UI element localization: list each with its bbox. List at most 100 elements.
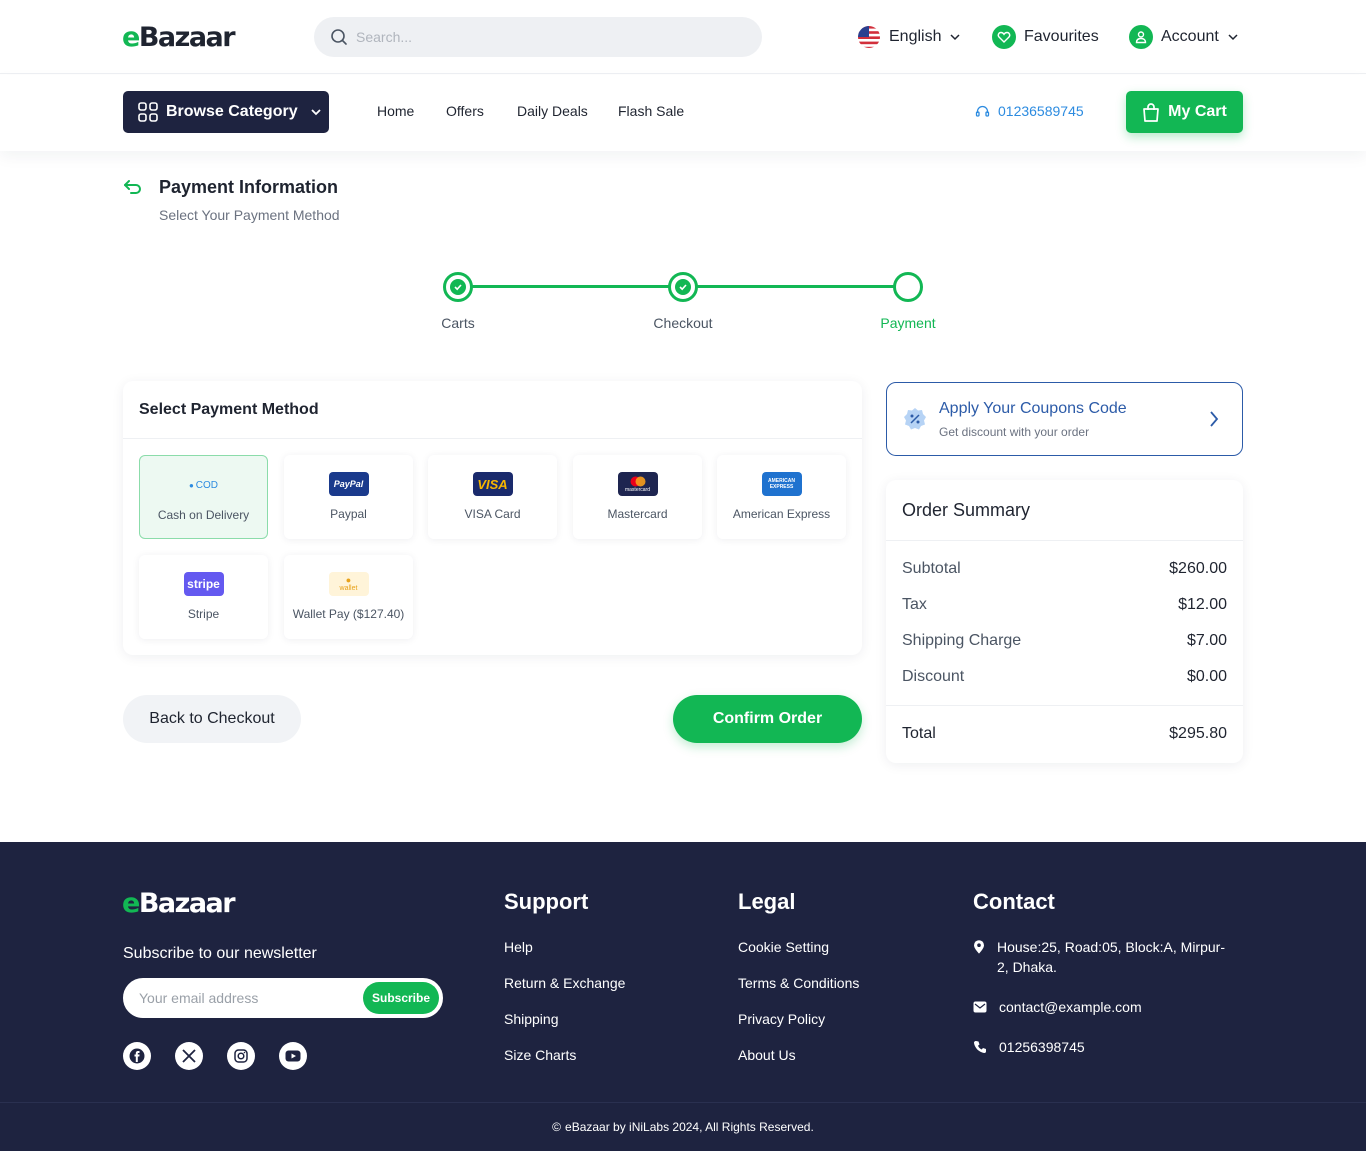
user-icon <box>1129 25 1153 49</box>
apply-coupon-card[interactable]: Apply Your Coupons Code Get discount wit… <box>886 382 1243 456</box>
stepper-line <box>697 285 908 288</box>
confirm-order-button[interactable]: Confirm Order <box>673 695 862 743</box>
page-title: Payment Information <box>159 177 339 197</box>
logo[interactable]: eBazaar <box>122 22 236 53</box>
back-arrow-icon[interactable] <box>123 178 143 196</box>
favourites-label: Favourites <box>1024 28 1099 45</box>
payment-option-wallet[interactable]: ● wallet Wallet Pay ($127.40) <box>284 555 413 639</box>
wallet-icon: ● wallet <box>328 572 369 596</box>
summary-row-shipping: Shipping Charge $7.00 <box>902 632 1227 649</box>
cod-icon: ● COD <box>188 479 219 491</box>
footer-link-help[interactable]: Help <box>504 939 533 955</box>
footer-link-size-charts[interactable]: Size Charts <box>504 1047 576 1063</box>
divider <box>123 438 862 439</box>
divider <box>886 705 1243 706</box>
discount-badge-icon <box>903 407 927 431</box>
visa-icon: VISA <box>472 472 513 496</box>
nav-link-flash-sale[interactable]: Flash Sale <box>618 103 684 119</box>
footer-link-about-us[interactable]: About Us <box>738 1047 796 1063</box>
heart-icon <box>992 25 1016 49</box>
back-to-checkout-button[interactable]: Back to Checkout <box>123 695 301 743</box>
search-input[interactable] <box>356 17 746 57</box>
language-selector[interactable]: English <box>857 24 961 50</box>
footer-link-shipping[interactable]: Shipping <box>504 1011 559 1027</box>
my-cart-button[interactable]: My Cart <box>1126 91 1243 133</box>
payment-option-paypal[interactable]: PayPal Paypal <box>284 455 413 539</box>
instagram-icon[interactable] <box>227 1042 255 1070</box>
payment-option-label: Paypal <box>330 507 367 521</box>
copyright-bar: © eBazaar by iNiLabs 2024, All Rights Re… <box>0 1102 1366 1151</box>
chevron-right-icon <box>1208 410 1220 428</box>
newsletter-email-input[interactable] <box>139 980 349 1016</box>
payment-option-label: Stripe <box>187 607 220 621</box>
panel-title: Select Payment Method <box>139 401 319 418</box>
grid-icon <box>138 102 158 122</box>
location-pin-icon <box>973 937 985 977</box>
payment-option-label: Mastercard <box>607 507 668 521</box>
search-icon[interactable] <box>330 28 348 46</box>
payment-option-label: VISA Card <box>464 507 521 521</box>
account-label: Account <box>1161 28 1219 45</box>
footer-link-return-exchange[interactable]: Return & Exchange <box>504 975 625 991</box>
payment-option-stripe[interactable]: stripe Stripe <box>139 555 268 639</box>
my-cart-label: My Cart <box>1168 103 1227 120</box>
payment-option-amex[interactable]: AMERICAN EXPRESS American Express <box>717 455 846 539</box>
footer-link-terms[interactable]: Terms & Conditions <box>738 975 859 991</box>
contact-phone[interactable]: 01256398745 <box>973 1037 1233 1057</box>
footer: eBazaar Subscribe to our newsletter Subs… <box>0 842 1366 1151</box>
stripe-icon: stripe <box>183 572 224 596</box>
step-label-carts: Carts <box>441 315 475 331</box>
chevron-down-icon <box>1227 31 1239 43</box>
facebook-icon[interactable] <box>123 1042 151 1070</box>
divider <box>886 540 1243 541</box>
nav-link-home[interactable]: Home <box>377 103 414 119</box>
contact-address: House:25, Road:05, Block:A, Mirpur-2, Dh… <box>973 937 1233 977</box>
nav-link-daily-deals[interactable]: Daily Deals <box>517 103 588 119</box>
coupon-subtitle: Get discount with your order <box>939 425 1090 439</box>
summary-row-discount: Discount $0.00 <box>902 668 1227 685</box>
step-carts-indicator <box>443 272 473 302</box>
step-label-checkout: Checkout <box>653 315 713 331</box>
us-flag-icon <box>857 25 881 49</box>
payment-option-cod[interactable]: ● COD Cash on Delivery <box>139 455 268 539</box>
account-menu[interactable]: Account <box>1129 24 1239 50</box>
subscribe-button[interactable]: Subscribe <box>363 982 439 1014</box>
payment-option-label: Cash on Delivery <box>157 508 250 522</box>
favourites-link[interactable]: Favourites <box>992 24 1099 50</box>
summary-row-subtotal: Subtotal $260.00 <box>902 560 1227 577</box>
payment-option-visa[interactable]: VISA VISA Card <box>428 455 557 539</box>
step-checkout-indicator <box>668 272 698 302</box>
mail-icon <box>973 997 987 1017</box>
copyright-text: eBazaar by iNiLabs 2024, All Rights Rese… <box>565 1120 814 1134</box>
headset-icon <box>975 104 990 119</box>
legal-heading: Legal <box>738 889 796 914</box>
payment-option-mastercard[interactable]: mastercard Mastercard <box>573 455 702 539</box>
order-summary-title: Order Summary <box>902 500 1031 520</box>
phone-icon <box>973 1037 987 1057</box>
payment-method-panel: Select Payment Method ● COD Cash on Deliv… <box>123 381 862 655</box>
mastercard-icon: mastercard <box>617 472 658 496</box>
chevron-down-icon <box>310 106 322 118</box>
language-label: English <box>889 28 942 45</box>
support-phone[interactable]: 01236589745 <box>975 103 1084 119</box>
contact-email[interactable]: contact@example.com <box>973 997 1233 1017</box>
step-label-payment: Payment <box>880 315 936 331</box>
footer-link-privacy[interactable]: Privacy Policy <box>738 1011 825 1027</box>
search-bar <box>314 17 762 57</box>
browse-category-label: Browse Category <box>166 103 298 120</box>
check-icon <box>450 279 466 295</box>
youtube-icon[interactable] <box>279 1042 307 1070</box>
newsletter-form: Subscribe <box>123 978 443 1018</box>
stepper-line <box>472 285 683 288</box>
footer-link-cookie-setting[interactable]: Cookie Setting <box>738 939 829 955</box>
browse-category-button[interactable]: Browse Category <box>123 91 329 133</box>
support-heading: Support <box>504 889 589 914</box>
support-phone-number: 01236589745 <box>998 103 1084 119</box>
amex-icon: AMERICAN EXPRESS <box>761 472 802 496</box>
x-twitter-icon[interactable] <box>175 1042 203 1070</box>
chevron-down-icon <box>949 31 961 43</box>
order-summary-card: Order Summary Subtotal $260.00 Tax $12.00 … <box>886 480 1243 763</box>
nav-link-offers[interactable]: Offers <box>446 103 484 119</box>
summary-row-total: Total $295.80 <box>902 725 1227 742</box>
footer-logo[interactable]: eBazaar <box>122 888 236 919</box>
